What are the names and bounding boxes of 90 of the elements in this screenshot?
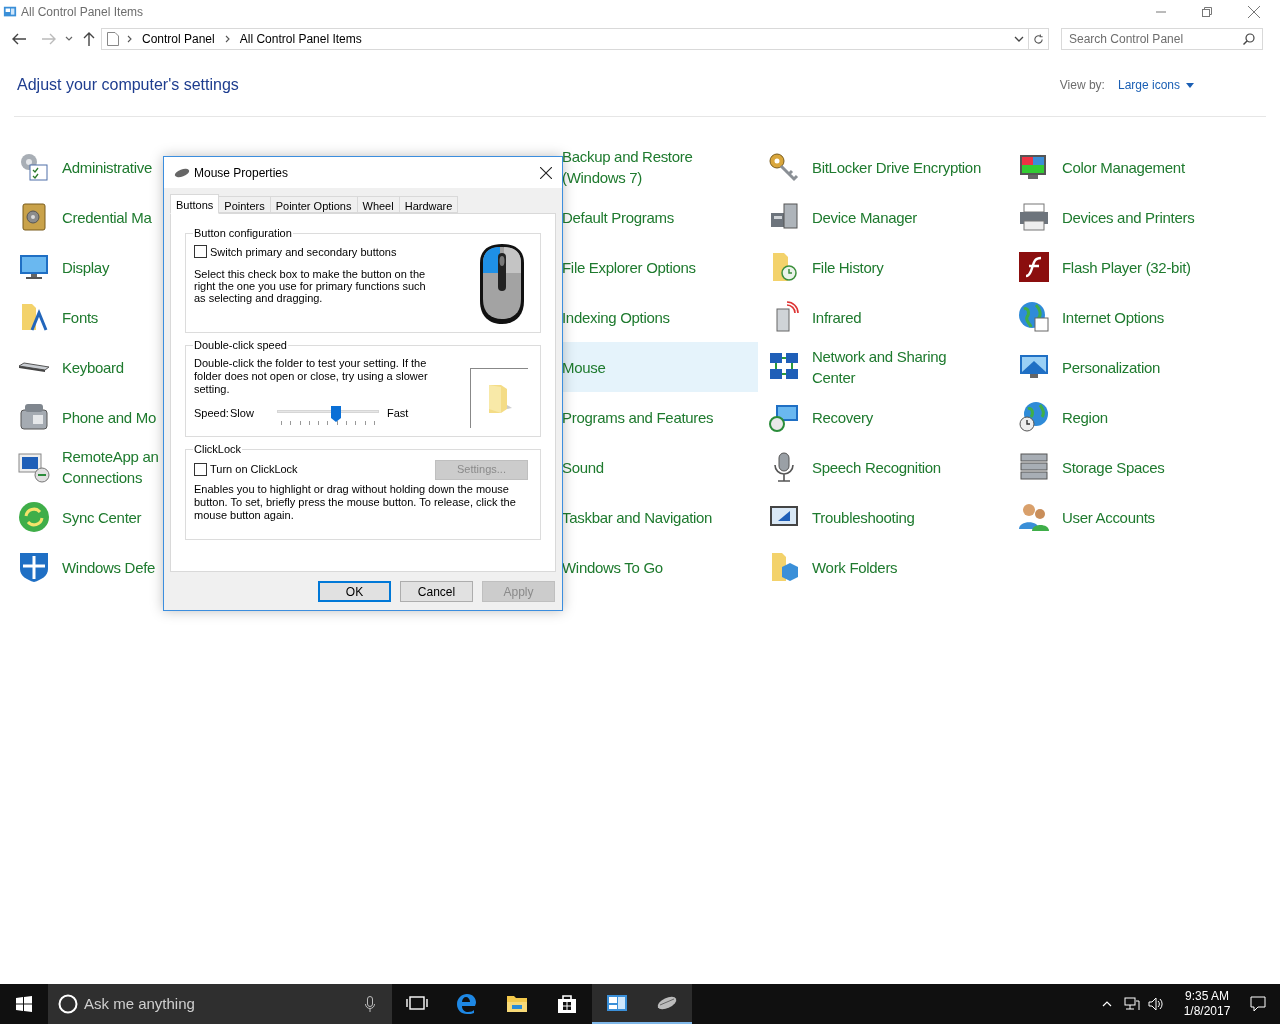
search-field[interactable]: Search Control Panel [1069,30,1229,48]
breadcrumb[interactable]: All Control Panel Items [239,30,362,48]
window-title: All Control Panel Items [21,4,144,21]
users-icon [1018,501,1050,533]
folder-icon [486,383,513,413]
refresh-icon [1033,33,1044,45]
slow-label: Slow [230,405,255,421]
keyboard-icon [18,361,50,373]
group-label: Button configuration [193,226,293,241]
description-text: Enables you to highlight or drag without holding down the mouse button. To set, briefly press the mouse button. To release, click the mouse button again. [194,482,517,522]
taskbar-app-button[interactable] [642,984,692,1024]
breadcrumb[interactable]: Control Panel [142,30,215,48]
test-folder[interactable] [470,367,528,428]
control-panel-item[interactable]: Region [1018,392,1258,442]
shopping-bag-icon [555,992,579,1016]
group-label: Double-click speed [193,338,288,353]
dialog-title: Mouse Properties [194,164,289,182]
search-box[interactable]: Search Control Panel [1061,28,1263,50]
dialog-button[interactable]: Cancel [400,581,473,602]
view-by-label: View by: [1059,77,1105,94]
storage-icon [1018,451,1050,483]
flash-icon [1018,251,1050,283]
chevron-down-icon[interactable] [65,36,73,42]
monitor-icon [18,451,50,483]
dialog-tab[interactable]: Wheel [356,196,400,213]
checkbox[interactable]: Switch primary and secondary buttons [194,243,434,260]
taskbar-search-box[interactable]: Ask me anything [48,984,392,1024]
dialog-tab[interactable]: Buttons [170,194,220,214]
dialog-tab[interactable]: Hardware [398,196,459,213]
control-panel-item[interactable]: User Accounts [1018,492,1258,542]
control-panel-item[interactable]: Color Management [1018,142,1258,192]
control-panel-item[interactable]: Infrared [768,292,1008,342]
chevron-right-icon [224,35,231,43]
chevron-right-icon [127,35,133,43]
globe-icon [1018,401,1050,433]
control-panel-item[interactable]: Personalization [1018,342,1258,392]
control-panel-item[interactable]: File History [768,242,1008,292]
page-heading: Adjust your computer's settings [17,75,239,95]
control-panel-icon [2,5,18,19]
globe-icon [1018,301,1050,333]
restore-icon[interactable] [1202,7,1212,17]
volume-icon[interactable] [1148,997,1164,1011]
up-arrow-icon[interactable] [83,32,95,46]
clock[interactable]: 9:35 AM 1/8/2017 [1174,989,1240,1019]
control-panel-item[interactable]: Work Folders [768,542,1008,592]
control-panel-item[interactable]: Network and Sharing Center [768,342,1008,392]
caret-icon [1186,82,1194,88]
control-panel-item[interactable]: Internet Options [1018,292,1258,342]
refresh-button[interactable] [1029,28,1049,50]
control-panel-item[interactable]: Device Manager [768,192,1008,242]
dialog-button[interactable]: OK [318,581,391,602]
control-panel-item[interactable]: Windows Defe [18,542,258,592]
microphone-icon[interactable] [365,996,375,1012]
control-panel-item[interactable]: Troubleshooting [768,492,1008,542]
group-label: ClickLock [193,442,243,457]
address-bar[interactable]: Control Panel All Control Panel Items [101,28,1029,50]
printer-icon [1018,201,1050,233]
phone-icon [18,401,50,433]
close-icon[interactable] [540,166,552,179]
dialog-tab[interactable]: Pointers [218,196,271,213]
shield-icon [18,551,50,583]
control-panel-item[interactable]: Devices and Printers [1018,192,1258,242]
key-icon [768,151,800,183]
description-text: Select this check box to make the button on the right the one you use for primary functions such as selecting and dragging. [194,268,427,304]
circle-icon [58,994,78,1014]
control-panel-item[interactable]: Recovery [768,392,1008,442]
dialog-tab[interactable]: Pointer Options [269,196,358,213]
description-text: Double-click the folder to test your setting. If the folder does not open or close, try using a slower setting. [194,356,429,396]
gear-icon [18,151,50,183]
sync-icon [18,501,50,533]
network-icon[interactable] [1124,997,1140,1011]
page-icon [107,32,119,46]
taskbar-app-button[interactable] [592,984,642,1024]
search-icon [1243,33,1255,45]
control-panel-item[interactable]: Speech Recognition [768,442,1008,492]
fast-label: Fast [387,405,409,421]
slider-thumb[interactable] [331,405,342,422]
control-panel-item[interactable]: BitLocker Drive Encryption [768,142,1008,192]
control-panel-item[interactable]: Flash Player (32-bit) [1018,242,1258,292]
control-panel-item[interactable]: Storage Spaces [1018,442,1258,492]
speed-label: Speed: [194,405,230,421]
start-icon [16,996,32,1012]
checkbox[interactable]: Turn on ClickLock [194,461,298,478]
notifications-icon[interactable] [1250,996,1266,1012]
view-by-dropdown[interactable]: Large icons [1117,76,1194,94]
chevron-up-icon[interactable] [1102,1001,1112,1007]
taskbar-search-field[interactable]: Ask me anything [84,992,354,1016]
browser-icon [455,992,479,1016]
back-arrow-icon[interactable] [12,33,26,45]
mouse-icon [174,167,190,178]
